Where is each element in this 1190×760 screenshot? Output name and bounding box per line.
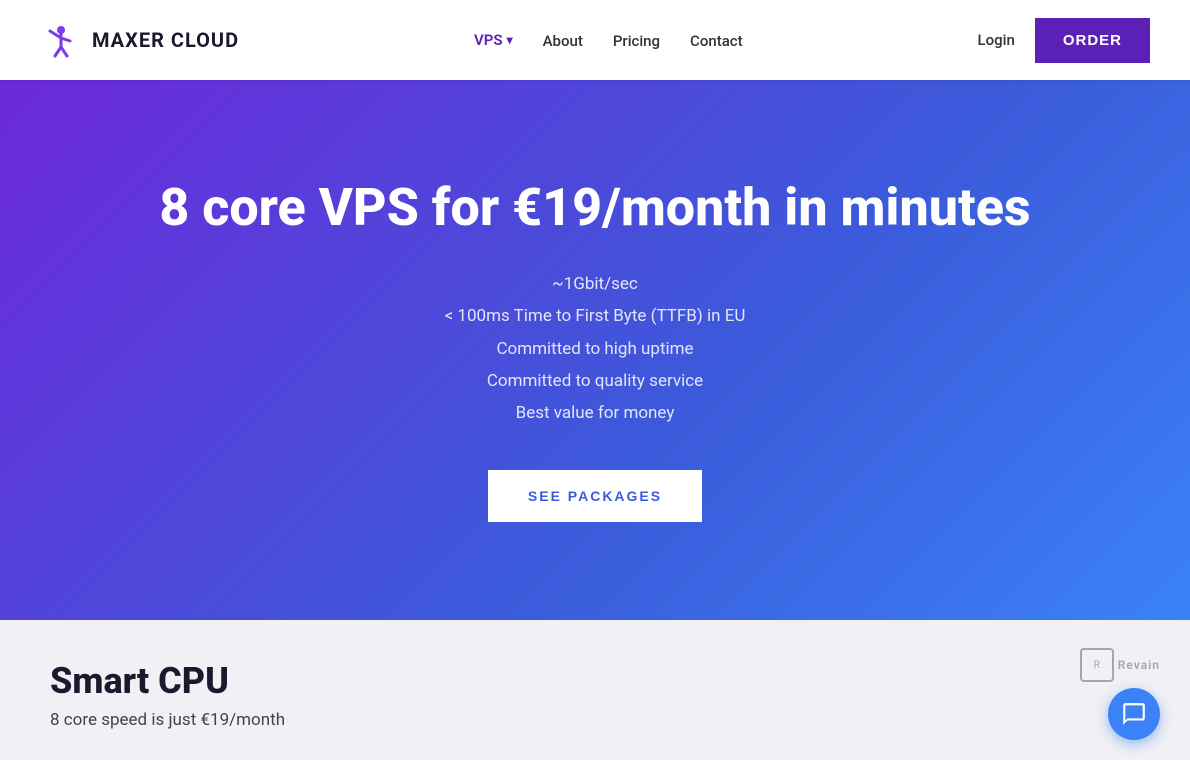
logo-icon (40, 19, 82, 61)
order-button[interactable]: ORDER (1035, 18, 1150, 63)
logo-link[interactable]: MAXER CLOUD (40, 19, 239, 61)
hero-title: 8 core VPS for €19/month in minutes (159, 178, 1030, 238)
hero-feature-4: Committed to quality service (445, 365, 746, 397)
nav-contact-link[interactable]: Contact (690, 32, 743, 50)
revain-logo: R Revain (1080, 648, 1160, 682)
hero-section: 8 core VPS for €19/month in minutes ~1Gb… (0, 80, 1190, 620)
nav-item-vps[interactable]: VPS ▾ (474, 31, 513, 49)
navbar-right: Login ORDER (978, 18, 1150, 63)
revain-icon: R (1080, 648, 1114, 682)
nav-item-about[interactable]: About (543, 31, 583, 50)
vps-chevron-icon: ▾ (507, 33, 513, 47)
hero-features-list: ~1Gbit/sec < 100ms Time to First Byte (T… (445, 268, 746, 429)
nav-item-contact[interactable]: Contact (690, 31, 743, 50)
nav-item-pricing[interactable]: Pricing (613, 31, 660, 50)
nav-pricing-label: Pricing (613, 32, 660, 50)
smart-cpu-title: Smart CPU (50, 660, 1140, 702)
see-packages-button[interactable]: SEE PACKAGES (488, 470, 702, 522)
login-label: Login (978, 31, 1015, 49)
chat-button[interactable] (1108, 688, 1160, 740)
nav-vps-link[interactable]: VPS ▾ (474, 31, 513, 49)
hero-feature-5: Best value for money (445, 397, 746, 429)
bottom-section: Smart CPU 8 core speed is just €19/month… (0, 620, 1190, 760)
logo-text: MAXER CLOUD (92, 28, 239, 52)
chat-icon (1121, 701, 1147, 727)
nav-vps-label: VPS (474, 31, 503, 49)
login-link[interactable]: Login (978, 31, 1015, 49)
nav-contact-label: Contact (690, 32, 743, 50)
hero-feature-3: Committed to high uptime (445, 333, 746, 365)
chat-widget: R Revain (1080, 648, 1160, 740)
hero-feature-1: ~1Gbit/sec (445, 268, 746, 300)
hero-feature-2: < 100ms Time to First Byte (TTFB) in EU (445, 300, 746, 332)
revain-label: Revain (1118, 658, 1160, 672)
nav-about-link[interactable]: About (543, 32, 583, 50)
nav-pricing-link[interactable]: Pricing (613, 32, 660, 50)
nav-about-label: About (543, 32, 583, 50)
nav-menu: VPS ▾ About Pricing Contact (474, 31, 743, 50)
smart-cpu-subtitle: 8 core speed is just €19/month (50, 710, 1140, 730)
navbar: MAXER CLOUD VPS ▾ About Pricing Contact (0, 0, 1190, 80)
